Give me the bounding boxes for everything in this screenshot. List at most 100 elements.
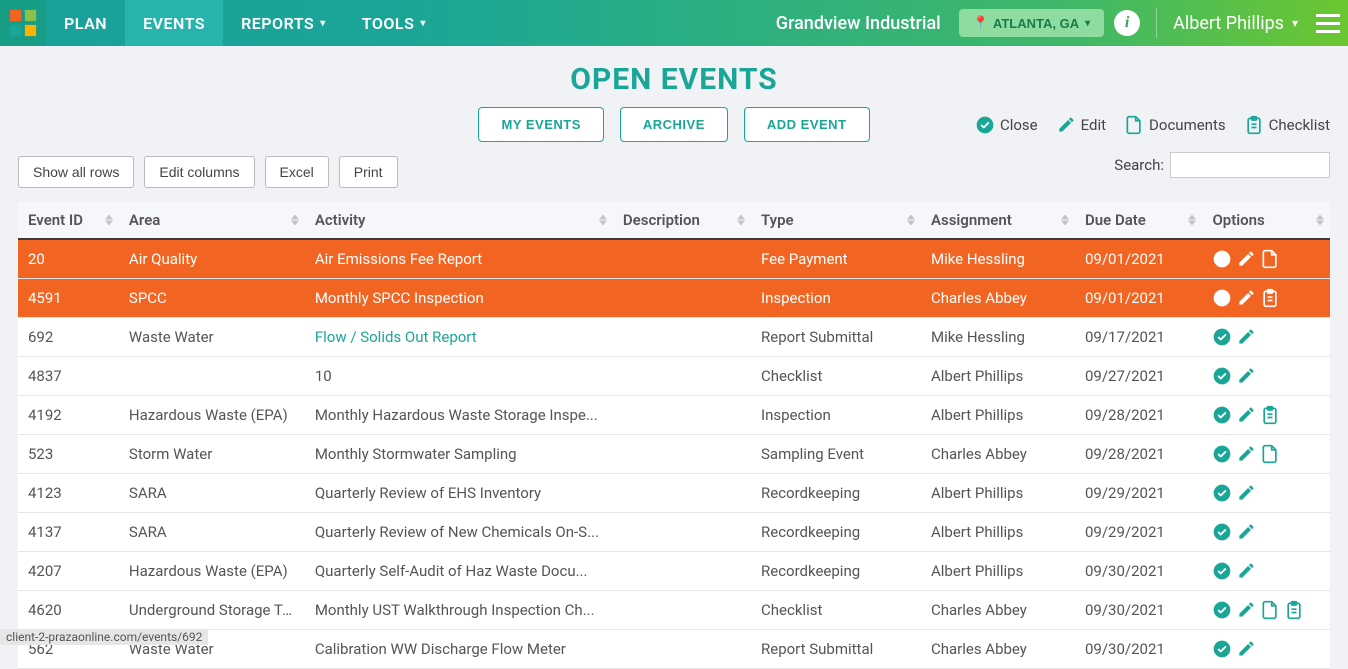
- cell-activity: Air Emissions Fee Report: [305, 239, 613, 279]
- print-button[interactable]: Print: [339, 156, 398, 188]
- cell-description: [613, 474, 751, 513]
- user-menu[interactable]: Albert Phillips ▾: [1163, 0, 1308, 46]
- checklist-icon[interactable]: [1260, 405, 1280, 425]
- location-selector[interactable]: 📍 ATLANTA, GA ▾: [959, 9, 1104, 37]
- show-all-rows-button[interactable]: Show all rows: [18, 156, 134, 188]
- cell-assignment: Albert Phillips: [921, 396, 1075, 435]
- cell-due-date: 09/29/2021: [1075, 513, 1202, 552]
- cell-assignment: Charles Abbey: [921, 435, 1075, 474]
- close-icon[interactable]: [1212, 405, 1232, 425]
- document-icon[interactable]: [1260, 444, 1280, 464]
- col-type[interactable]: Type: [751, 202, 921, 239]
- close-icon[interactable]: [1212, 366, 1232, 386]
- add-event-button[interactable]: ADD EVENT: [744, 107, 870, 142]
- cell-due-date: 09/30/2021: [1075, 630, 1202, 669]
- top-nav: PLAN EVENTS REPORTS ▾ TOOLS ▾ Grandview …: [0, 0, 1348, 46]
- edit-icon[interactable]: [1236, 327, 1256, 347]
- close-icon[interactable]: [1212, 249, 1232, 269]
- app-logo[interactable]: [0, 0, 46, 46]
- table-row[interactable]: 483710ChecklistAlbert Phillips09/27/2021: [18, 357, 1330, 396]
- edit-icon[interactable]: [1236, 405, 1256, 425]
- archive-button[interactable]: ARCHIVE: [620, 107, 728, 142]
- edit-icon[interactable]: [1236, 600, 1256, 620]
- checklist-icon[interactable]: [1284, 600, 1304, 620]
- edit-icon[interactable]: [1236, 639, 1256, 659]
- cell-activity: Monthly Stormwater Sampling: [305, 435, 613, 474]
- cell-options: [1202, 279, 1330, 318]
- nav-tools-label: TOOLS: [362, 14, 415, 33]
- nav-events[interactable]: EVENTS: [125, 0, 223, 46]
- search-input[interactable]: [1170, 152, 1330, 178]
- cell-due-date: 09/28/2021: [1075, 435, 1202, 474]
- col-description[interactable]: Description: [613, 202, 751, 239]
- chevron-down-icon: ▾: [1085, 18, 1090, 29]
- cell-area: [119, 357, 305, 396]
- table-row[interactable]: 523Storm WaterMonthly Stormwater Samplin…: [18, 435, 1330, 474]
- table-row[interactable]: 692Waste WaterFlow / Solids Out ReportRe…: [18, 318, 1330, 357]
- close-icon[interactable]: [1212, 639, 1232, 659]
- edit-icon[interactable]: [1236, 483, 1256, 503]
- cell-description: [613, 396, 751, 435]
- edit-icon[interactable]: [1236, 288, 1256, 308]
- document-icon: [1124, 115, 1144, 135]
- col-activity[interactable]: Activity: [305, 202, 613, 239]
- table-row[interactable]: 4591SPCCMonthly SPCC InspectionInspectio…: [18, 279, 1330, 318]
- table-row[interactable]: 4123SARAQuarterly Review of EHS Inventor…: [18, 474, 1330, 513]
- nav-reports[interactable]: REPORTS ▾: [223, 0, 344, 46]
- cell-activity: Quarterly Self-Audit of Haz Waste Docu..…: [305, 552, 613, 591]
- table-row[interactable]: 4192Hazardous Waste (EPA)Monthly Hazardo…: [18, 396, 1330, 435]
- checklist-icon[interactable]: [1260, 288, 1280, 308]
- close-icon[interactable]: [1212, 444, 1232, 464]
- document-icon[interactable]: [1260, 249, 1280, 269]
- col-assignment[interactable]: Assignment: [921, 202, 1075, 239]
- col-event-id[interactable]: Event ID: [18, 202, 119, 239]
- cell-event-id: 4207: [18, 552, 119, 591]
- close-icon[interactable]: [1212, 327, 1232, 347]
- edit-icon[interactable]: [1236, 444, 1256, 464]
- cell-event-id: 4123: [18, 474, 119, 513]
- cell-description: [613, 630, 751, 669]
- cell-type: Inspection: [751, 396, 921, 435]
- hamburger-menu[interactable]: [1308, 0, 1348, 46]
- edit-columns-button[interactable]: Edit columns: [144, 156, 254, 188]
- document-icon[interactable]: [1260, 600, 1280, 620]
- events-table: Event ID Area Activity Description Type …: [18, 202, 1330, 669]
- excel-button[interactable]: Excel: [265, 156, 329, 188]
- edit-icon[interactable]: [1236, 366, 1256, 386]
- table-row[interactable]: 4207Hazardous Waste (EPA)Quarterly Self-…: [18, 552, 1330, 591]
- close-icon[interactable]: [1212, 483, 1232, 503]
- cell-options: [1202, 474, 1330, 513]
- cell-due-date: 09/17/2021: [1075, 318, 1202, 357]
- table-row[interactable]: 20Air QualityAir Emissions Fee ReportFee…: [18, 239, 1330, 279]
- nav-tools[interactable]: TOOLS ▾: [344, 0, 444, 46]
- col-due-date[interactable]: Due Date: [1075, 202, 1202, 239]
- cell-assignment: Albert Phillips: [921, 357, 1075, 396]
- close-icon[interactable]: [1212, 600, 1232, 620]
- page-title: OPEN EVENTS: [0, 62, 1348, 97]
- close-icon[interactable]: [1212, 561, 1232, 581]
- close-icon[interactable]: [1212, 522, 1232, 542]
- nav-reports-label: REPORTS: [241, 14, 314, 33]
- close-icon[interactable]: [1212, 288, 1232, 308]
- sort-icon: [1316, 215, 1324, 226]
- table-row[interactable]: 4620Underground Storage Ta...Monthly UST…: [18, 591, 1330, 630]
- edit-icon[interactable]: [1236, 249, 1256, 269]
- nav-plan[interactable]: PLAN: [46, 0, 125, 46]
- cell-activity: 10: [305, 357, 613, 396]
- cell-activity: Flow / Solids Out Report: [305, 318, 613, 357]
- my-events-button[interactable]: MY EVENTS: [478, 107, 603, 142]
- cell-options: [1202, 513, 1330, 552]
- col-options[interactable]: Options: [1202, 202, 1330, 239]
- edit-icon[interactable]: [1236, 561, 1256, 581]
- cell-options: [1202, 239, 1330, 279]
- cell-type: Recordkeeping: [751, 513, 921, 552]
- info-icon[interactable]: i: [1114, 10, 1140, 36]
- edit-icon[interactable]: [1236, 522, 1256, 542]
- col-area[interactable]: Area: [119, 202, 305, 239]
- cell-area: SARA: [119, 474, 305, 513]
- legend: Close Edit Documents Checklist: [975, 115, 1330, 135]
- table-row[interactable]: 562Waste WaterCalibration WW Discharge F…: [18, 630, 1330, 669]
- cell-due-date: 09/01/2021: [1075, 239, 1202, 279]
- cell-type: Checklist: [751, 591, 921, 630]
- table-row[interactable]: 4137SARAQuarterly Review of New Chemical…: [18, 513, 1330, 552]
